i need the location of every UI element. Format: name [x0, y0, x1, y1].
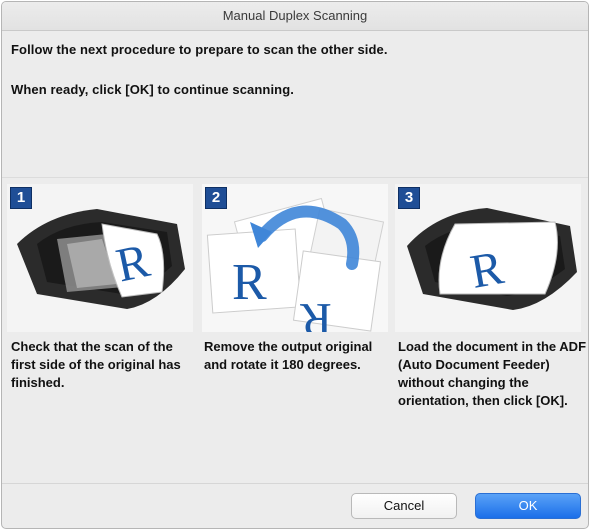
step-1-badge: 1: [10, 187, 32, 209]
step-3-illustration: 3 R: [395, 184, 581, 332]
instruction-line-2: When ready, click [OK] to continue scann…: [11, 82, 294, 97]
step-2-badge: 2: [205, 187, 227, 209]
instruction-line-1: Follow the next procedure to prepare to …: [11, 42, 388, 57]
step-3-caption: Load the document in the ADF (Auto Docum…: [398, 339, 587, 408]
letter-r-original: R: [232, 254, 267, 311]
dialog-window: Manual Duplex Scanning Follow the next p…: [1, 1, 589, 529]
ok-button[interactable]: OK: [475, 493, 581, 519]
footer-divider: [2, 483, 588, 484]
step-3-badge: 3: [398, 187, 420, 209]
cancel-button[interactable]: Cancel: [351, 493, 457, 519]
divider: [2, 177, 588, 178]
scanner-illustration: R: [17, 209, 185, 309]
step-2-illustration: 2 R R: [202, 184, 388, 332]
scanner-illustration: R: [407, 208, 577, 310]
window-title: Manual Duplex Scanning: [2, 2, 588, 31]
step-2-caption: Remove the output original and rotate it…: [204, 339, 373, 372]
rotate-arrow-icon: R R: [206, 197, 385, 332]
step-1-illustration: 1 R: [7, 184, 193, 332]
letter-r-rotated: R: [300, 293, 332, 332]
step-1-caption: Check that the scan of the first side of…: [11, 339, 181, 390]
